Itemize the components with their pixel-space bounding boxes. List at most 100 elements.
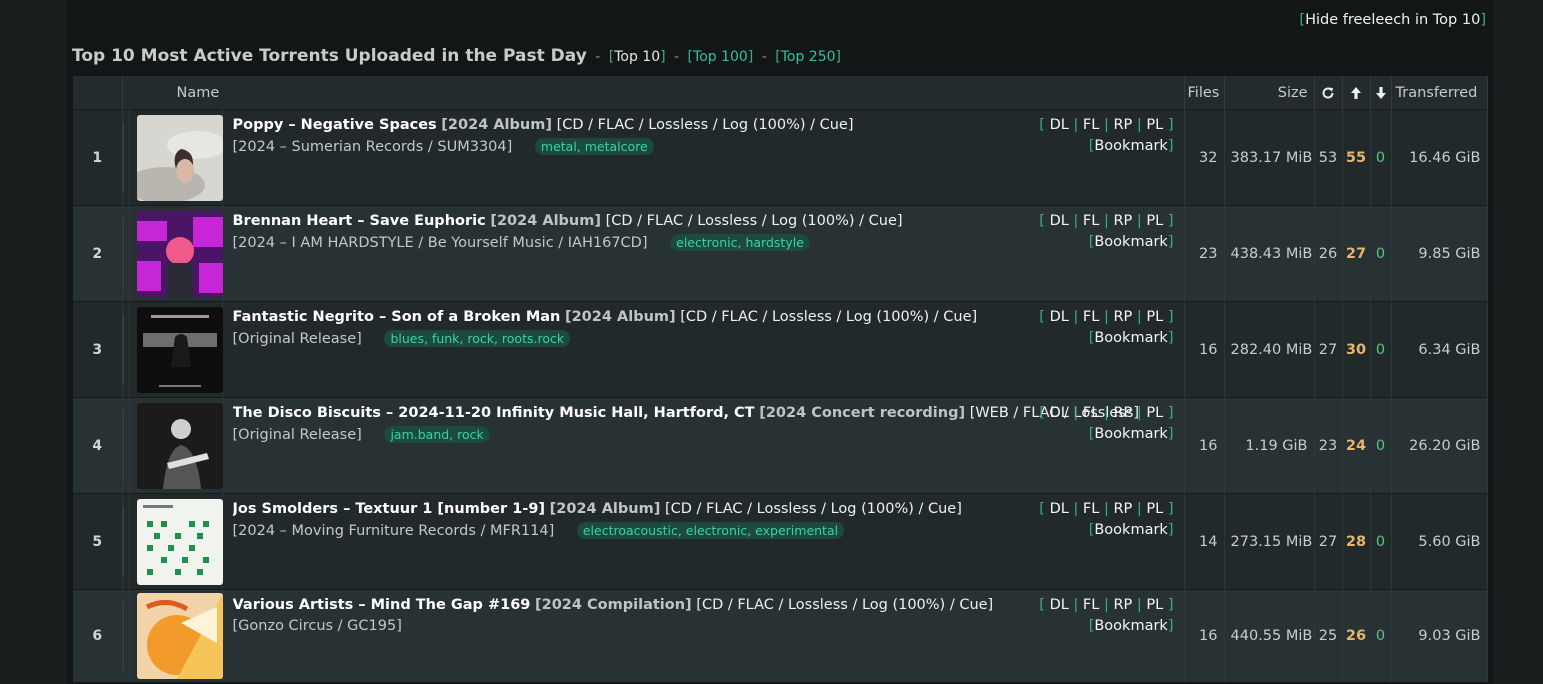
transferred-amount: 9.85 GiB <box>1391 205 1488 302</box>
snatched-count: 53 <box>1314 109 1343 206</box>
format-info: [CD / FLAC / Lossless / Log (100%) / Cue… <box>664 501 962 517</box>
row-divider <box>122 301 130 398</box>
table-row: 3 Fantastic Negrito – Son of a Broken Ma… <box>73 301 1488 398</box>
seeders-count: 27 <box>1342 205 1371 302</box>
download-link[interactable]: DL <box>1050 309 1069 325</box>
permalink-link[interactable]: PL <box>1146 597 1163 613</box>
tag-list[interactable]: jam.band, rock <box>384 426 490 443</box>
seeders-header[interactable] <box>1342 76 1371 110</box>
snatched-header[interactable] <box>1314 76 1343 110</box>
hide-freeleech-link[interactable]: Hide freeleech in Top 10 <box>1305 12 1480 28</box>
tag-list[interactable]: electroacoustic, electronic, experimenta… <box>576 522 845 539</box>
torrent-title-link[interactable]: Poppy – Negative Spaces <box>233 117 437 133</box>
row-divider <box>122 205 130 302</box>
transferred-amount: 26.20 GiB <box>1391 397 1488 494</box>
album-art[interactable] <box>136 210 223 297</box>
arrow-down-icon <box>1375 86 1386 99</box>
transferred-header[interactable]: Transferred <box>1391 76 1488 110</box>
format-info: [CD / FLAC / Lossless / Log (100%) / Cue… <box>556 117 854 133</box>
bookmark-link[interactable]: Bookmark <box>1094 426 1167 442</box>
download-link[interactable]: DL <box>1050 213 1069 229</box>
torrent-title-link[interactable]: Brennan Heart – Save Euphoric <box>233 213 486 229</box>
report-link[interactable]: RP <box>1113 213 1132 229</box>
permalink-link[interactable]: PL <box>1146 501 1163 517</box>
top-250-link[interactable]: Top 250 <box>781 49 836 65</box>
release-type: [2024 Album] <box>549 501 661 517</box>
permalink-link[interactable]: PL <box>1146 405 1163 421</box>
download-link[interactable]: DL <box>1050 501 1069 517</box>
album-art[interactable] <box>136 593 223 679</box>
freeleech-link[interactable]: FL <box>1083 117 1099 133</box>
report-link[interactable]: RP <box>1113 117 1132 133</box>
bookmark-link[interactable]: Bookmark <box>1094 330 1167 346</box>
rank-number: 2 <box>73 205 123 302</box>
refresh-icon <box>1322 86 1334 99</box>
report-link[interactable]: RP <box>1113 597 1132 613</box>
album-art[interactable] <box>136 402 223 489</box>
report-link[interactable]: RP <box>1113 501 1132 517</box>
torrent-name-cell: Brennan Heart – Save Euphoric [2024 Albu… <box>222 205 1185 302</box>
album-art[interactable] <box>136 306 223 393</box>
bookmark-link[interactable]: Bookmark <box>1094 618 1167 634</box>
torrent-actions: [ DL | FL | RP | PL ] [Bookmark] <box>1039 213 1174 250</box>
download-link[interactable]: DL <box>1050 405 1069 421</box>
freeleech-link[interactable]: FL <box>1083 597 1099 613</box>
torrent-title-link[interactable]: Fantastic Negrito – Son of a Broken Man <box>233 309 561 325</box>
album-art-cell <box>129 397 223 494</box>
release-type: [2024 Album] <box>490 213 601 229</box>
size-header[interactable]: Size <box>1224 76 1315 110</box>
album-art[interactable] <box>136 114 223 201</box>
transferred-amount: 9.03 GiB <box>1391 589 1488 682</box>
release-type: [2024 Compilation] <box>535 597 692 613</box>
section-heading: Top 10 Most Active Torrents Uploaded in … <box>72 46 841 66</box>
torrent-actions: [ DL | FL | RP | PL ] [Bookmark] <box>1039 405 1174 442</box>
torrent-actions: [ DL | FL | RP | PL ] [Bookmark] <box>1039 597 1174 634</box>
seeders-count: 55 <box>1342 109 1371 206</box>
report-link[interactable]: RP <box>1113 309 1132 325</box>
tag-list[interactable]: blues, funk, rock, roots.rock <box>384 330 571 347</box>
snatched-count: 26 <box>1314 205 1343 302</box>
format-info: [CD / FLAC / Lossless / Log (100%) / Cue… <box>605 213 903 229</box>
tag-list[interactable]: metal, metalcore <box>534 138 654 155</box>
release-type: [2024 Album] <box>441 117 552 133</box>
freeleech-link[interactable]: FL <box>1083 405 1099 421</box>
torrent-size: 383.17 MiB <box>1224 109 1315 206</box>
rank-number: 4 <box>73 397 123 494</box>
transferred-amount: 5.60 GiB <box>1391 493 1488 590</box>
download-link[interactable]: DL <box>1050 117 1069 133</box>
album-art-cell <box>129 109 223 206</box>
leechers-header[interactable] <box>1370 76 1392 110</box>
file-count: 16 <box>1184 589 1225 682</box>
freeleech-link[interactable]: FL <box>1083 501 1099 517</box>
album-art[interactable] <box>136 498 223 585</box>
table-row: 5 Jos Smolders – Textuur 1 [number 1-9] … <box>73 493 1488 590</box>
report-link[interactable]: RP <box>1113 405 1132 421</box>
seeders-count: 26 <box>1342 589 1371 682</box>
table-header: Name Files Size Transferred <box>73 76 1488 110</box>
file-count: 32 <box>1184 109 1225 206</box>
torrent-size: 440.55 MiB <box>1224 589 1315 682</box>
torrent-size: 282.40 MiB <box>1224 301 1315 398</box>
snatched-count: 27 <box>1314 301 1343 398</box>
permalink-link[interactable]: PL <box>1146 213 1163 229</box>
name-header[interactable]: Name <box>122 76 1185 110</box>
freeleech-link[interactable]: FL <box>1083 309 1099 325</box>
top-10-link[interactable]: Top 10 <box>614 49 660 65</box>
bookmark-link[interactable]: Bookmark <box>1094 138 1167 154</box>
permalink-link[interactable]: PL <box>1146 117 1163 133</box>
release-type: [2024 Concert recording] <box>759 405 966 421</box>
freeleech-link[interactable]: FL <box>1083 213 1099 229</box>
torrent-title-link[interactable]: The Disco Biscuits – 2024-11-20 Infinity… <box>233 405 755 421</box>
release-label: [Original Release] <box>232 331 362 347</box>
permalink-link[interactable]: PL <box>1146 309 1163 325</box>
download-link[interactable]: DL <box>1050 597 1069 613</box>
torrent-title-link[interactable]: Jos Smolders – Textuur 1 [number 1-9] <box>233 501 546 517</box>
bookmark-link[interactable]: Bookmark <box>1094 234 1167 250</box>
album-art-cell <box>129 589 223 682</box>
torrent-title-link[interactable]: Various Artists – Mind The Gap #169 <box>233 597 531 613</box>
top-100-link[interactable]: Top 100 <box>693 49 748 65</box>
torrent-name-cell: Various Artists – Mind The Gap #169 [202… <box>222 589 1185 682</box>
bookmark-link[interactable]: Bookmark <box>1094 522 1167 538</box>
tag-list[interactable]: electronic, hardstyle <box>670 234 810 251</box>
files-header[interactable]: Files <box>1184 76 1225 110</box>
